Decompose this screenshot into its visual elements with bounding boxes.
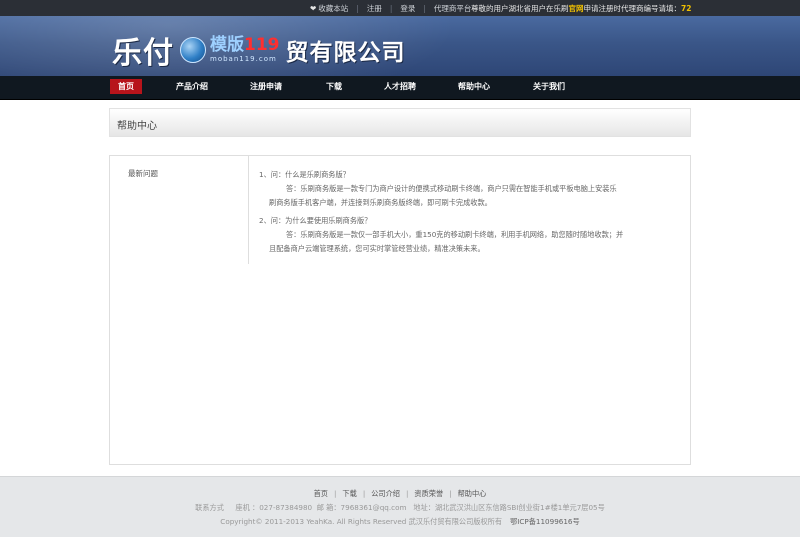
site-footer: 首页 | 下载 | 公司介绍 | 资质荣誉 | 帮助中心 联系方式 座机 ：027-873849…	[0, 476, 800, 537]
watermark: 模版119 moban119.com	[210, 35, 280, 63]
faq-list: 1、问：什么是乐刷商务版？ 答：乐刷商务版是一款专门为商户设计的便携式移动刷卡终…	[259, 168, 679, 256]
footer-phone: 座机 ：027-87384980	[235, 503, 313, 512]
faq-answer: 答：乐刷商务版是一款专门为商户设计的便携式移动刷卡终端，商户只需在智能手机或平板…	[286, 184, 617, 193]
page-title: 帮助中心	[117, 121, 157, 132]
faq-answer: 答：乐刷商务版是一款仅一部手机大小，重150克的移动刷卡终端，利用手机网络，助您…	[286, 230, 624, 239]
nav-register[interactable]: 注册申请	[250, 81, 282, 92]
nav-home[interactable]: 首页	[110, 79, 142, 94]
faq-answer-cont: 刷商务版手机客户端，并连接到乐刷商务版终端，即可刷卡完成收款。	[269, 198, 492, 207]
login-link[interactable]: 登录	[400, 3, 415, 14]
divider: |	[423, 4, 426, 13]
brand-name: 乐付	[112, 36, 174, 71]
agent-code: 72	[681, 4, 692, 13]
footer-link-home[interactable]: 首页	[314, 489, 328, 498]
add-favorite-link[interactable]: ❤ 收藏本站	[310, 3, 348, 14]
footer-email: 邮 箱：7968361@qq.com	[316, 503, 407, 512]
footer-link-download[interactable]: 下载	[342, 489, 356, 498]
nav-products[interactable]: 产品介绍	[176, 81, 208, 92]
nav-help[interactable]: 帮助中心	[458, 81, 490, 92]
globe-icon	[180, 37, 206, 63]
faq-question: 1、问：什么是乐刷商务版？	[259, 170, 350, 179]
faq-question: 2、问：为什么要使用乐刷商务版？	[259, 216, 372, 225]
footer-link-help[interactable]: 帮助中心	[458, 489, 487, 498]
divider: |	[356, 4, 359, 13]
footer-link-honors[interactable]: 资质荣誉	[414, 489, 443, 498]
company-name: 贸有限公司	[285, 40, 406, 66]
top-links: ❤ 收藏本站 | 注册 | 登录 | 代理商平台	[310, 3, 471, 14]
footer-nav: 首页 | 下载 | 公司介绍 | 资质荣誉 | 帮助中心	[313, 489, 487, 498]
icp-number[interactable]: 鄂ICP备11099616号	[510, 517, 580, 526]
main-nav: 首页 产品介绍 注册申请 下载 人才招聘 帮助中心 关于我们	[0, 76, 800, 100]
sidebar-item-latest-questions[interactable]: 最新问题	[128, 168, 158, 179]
footer-link-company[interactable]: 公司介绍	[371, 489, 400, 498]
faq-answer-cont: 且配备商户云端管理系统，您可实时掌管经营业绩，精准决策未来。	[269, 244, 485, 253]
agent-notice: 尊敬的用户湖北省用户在乐刷官网申请注册时代理商编号请填：72	[471, 4, 692, 13]
site-header: 乐付 模版119 moban119.com 贸有限公司	[0, 16, 800, 76]
agent-platform-link[interactable]: 代理商平台	[434, 3, 472, 14]
official-site-link[interactable]: 官网	[569, 4, 584, 13]
site-logo[interactable]: 乐付 模版119 moban119.com 贸有限公司	[112, 30, 406, 71]
divider: |	[389, 4, 393, 13]
heart-icon: ❤	[310, 4, 317, 13]
top-bar: ❤ 收藏本站 | 注册 | 登录 | 代理商平台 尊敬的用户湖北省用户在乐刷官网申…	[0, 0, 800, 16]
footer-address: 地址：湖北武汉洪山区东信路SBI创业街1#楼1单元7层05号	[413, 503, 605, 512]
nav-download[interactable]: 下载	[326, 81, 342, 92]
section-title-bar: 帮助中心	[109, 108, 691, 137]
nav-careers[interactable]: 人才招聘	[384, 81, 416, 92]
register-link[interactable]: 注册	[367, 3, 382, 14]
sidebar: 最新问题	[110, 156, 249, 264]
content-panel: 最新问题 1、问：什么是乐刷商务版？ 答：乐刷商务版是一款专门为商户设计的便携式…	[109, 155, 691, 465]
footer-contact: 联系方式 座机 ：027-87384980 邮 箱：7968361@qq.com…	[195, 503, 605, 512]
nav-about[interactable]: 关于我们	[533, 81, 565, 92]
favorite-label: 收藏本站	[318, 4, 349, 13]
footer-copyright: Copyright© 2011-2013 YeahKa. All Rights …	[220, 517, 580, 526]
